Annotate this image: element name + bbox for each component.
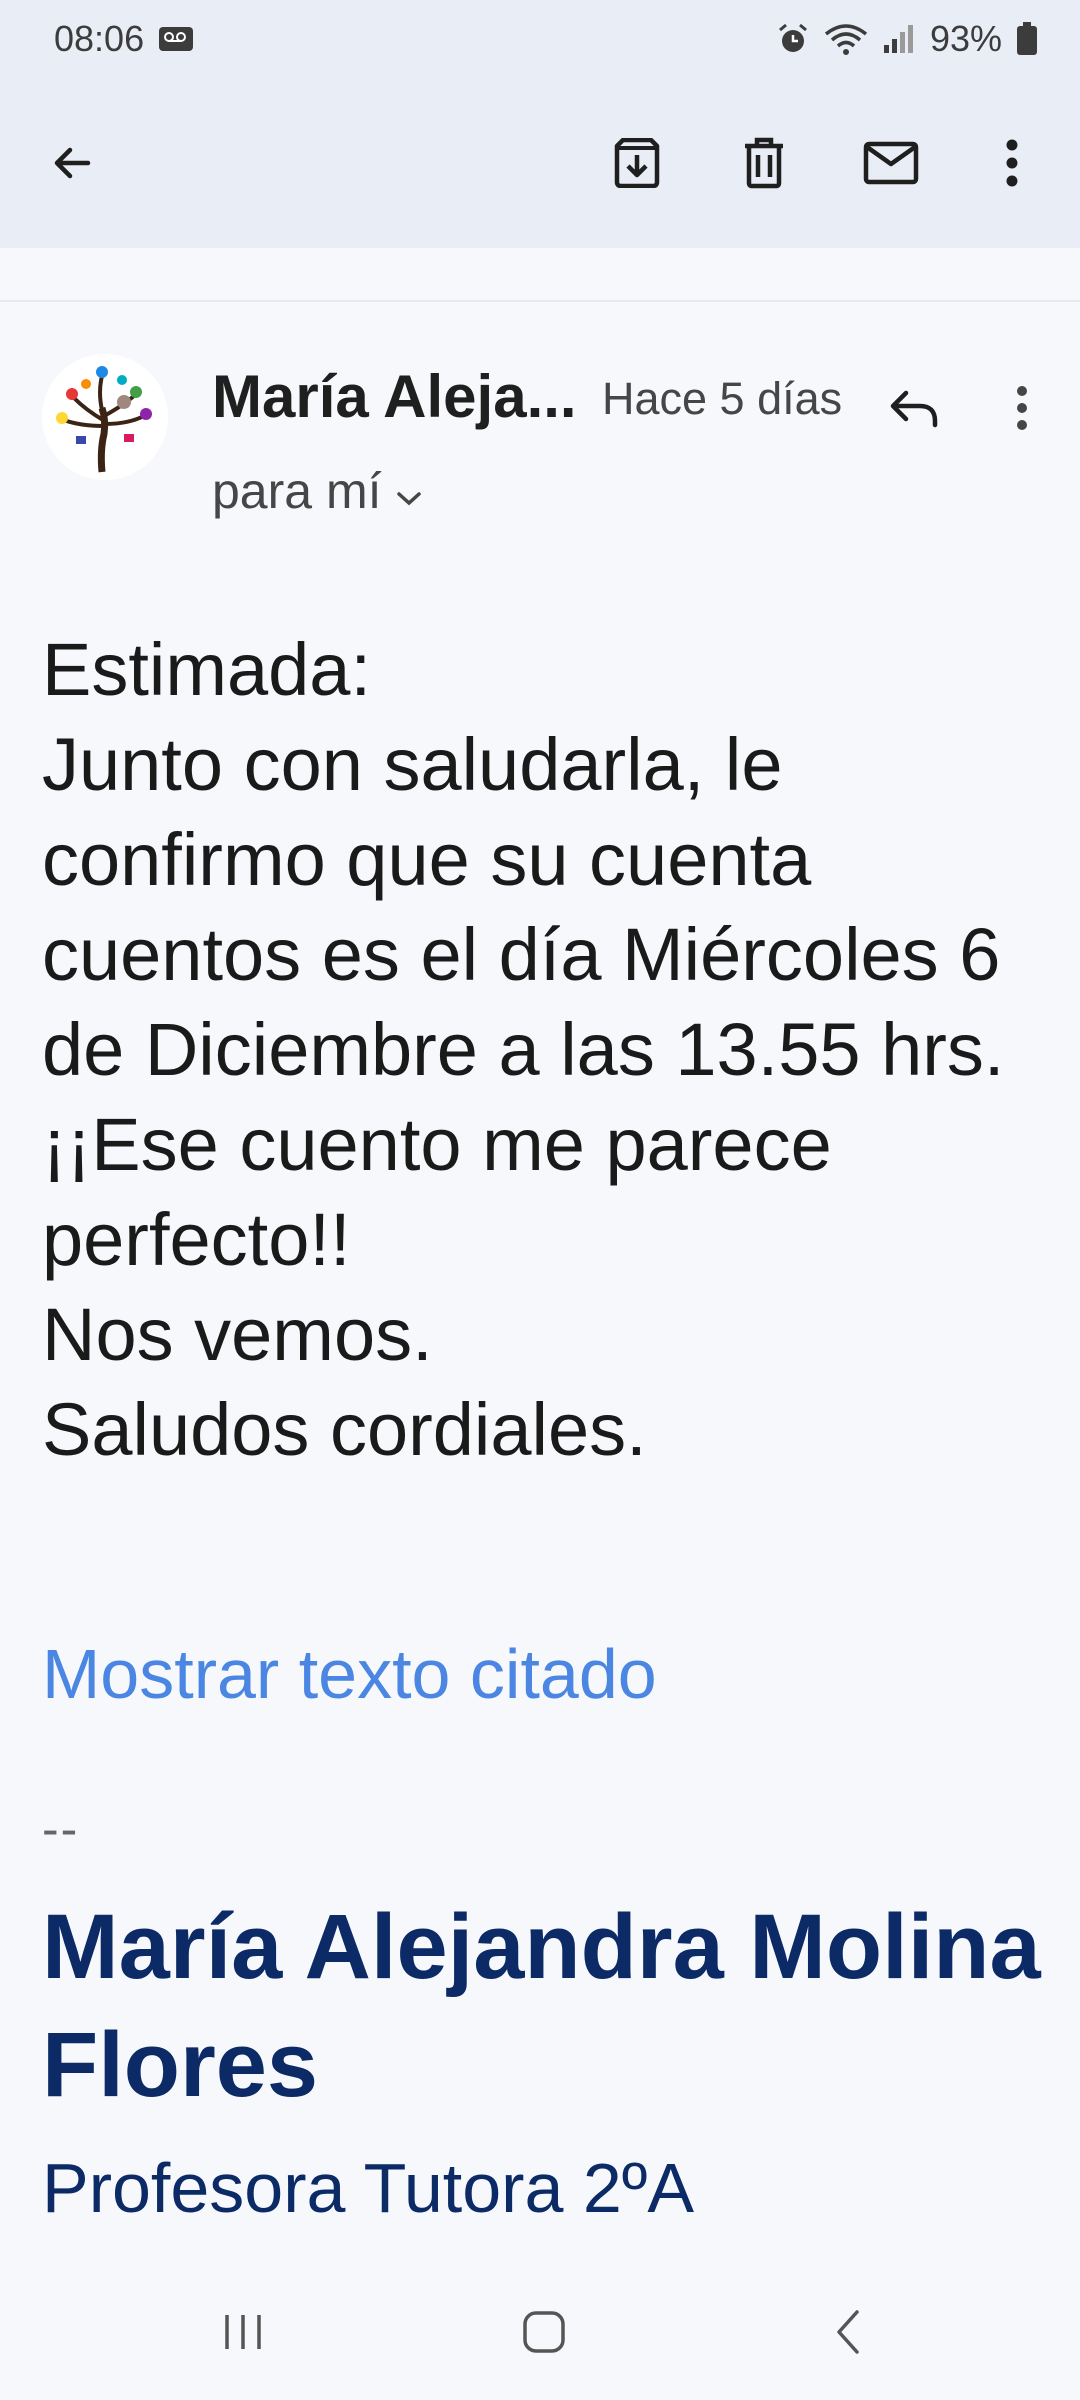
show-quoted-text-link[interactable]: Mostrar texto citado (42, 1634, 657, 1714)
battery-level: 93% (929, 18, 1002, 59)
delete-button[interactable] (716, 115, 812, 211)
sender-name[interactable]: María Aleja... (212, 362, 577, 431)
recent-apps-icon (221, 2312, 265, 2357)
more-vert-icon (1015, 385, 1029, 431)
email-body: Estimada: Junto con saludarla, le confir… (42, 622, 1042, 1477)
back-chevron-icon (833, 2308, 863, 2361)
signature-title: Profesora Tutora 2ºA (42, 2149, 695, 2227)
body-line: Saludos cordiales. (42, 1388, 647, 1471)
sender-avatar[interactable] (42, 354, 168, 480)
status-time: 08:06 (54, 18, 145, 59)
more-vert-icon (1004, 139, 1020, 187)
email-screen: 08:06 93% María Aleja... Hace 5 días par… (0, 0, 1080, 2400)
body-line: Junto con saludarla, le confirmo que su … (42, 723, 1005, 1091)
chevron-down-icon (396, 462, 422, 520)
header-divider (0, 248, 1080, 302)
recipient-toggle[interactable]: para mí (212, 462, 422, 520)
home-button[interactable] (464, 2268, 624, 2400)
message-more-button[interactable] (974, 360, 1070, 456)
more-options-button[interactable] (964, 115, 1060, 211)
mail-icon (863, 141, 919, 185)
battery-icon (1016, 22, 1038, 56)
signal-icon (882, 23, 916, 55)
signature-name: María Alejandra Molina Flores (42, 1896, 1041, 2116)
message-time: Hace 5 días (602, 373, 843, 424)
home-icon (521, 2309, 567, 2360)
body-line: Nos vemos. (42, 1293, 433, 1376)
alarm-icon (776, 22, 810, 56)
body-line: Estimada: (42, 628, 372, 711)
top-app-bar (0, 78, 1080, 248)
voicemail-icon (158, 24, 196, 54)
recent-apps-button[interactable] (163, 2268, 323, 2400)
archive-icon (611, 138, 663, 188)
body-line: ¡¡Ese cuento me parece perfecto!! (42, 1103, 832, 1281)
trash-icon (741, 137, 787, 189)
wifi-icon (824, 22, 868, 56)
signature-separator: -- (42, 1801, 80, 1857)
mark-unread-button[interactable] (843, 115, 939, 211)
system-back-button[interactable] (768, 2268, 928, 2400)
back-arrow-icon (48, 139, 96, 187)
reply-button[interactable] (866, 360, 962, 456)
archive-button[interactable] (589, 115, 685, 211)
reply-icon (888, 388, 940, 428)
status-bar: 08:06 93% (0, 0, 1080, 78)
recipient-label: para mí (212, 463, 382, 519)
system-nav-bar (0, 2268, 1080, 2400)
back-button[interactable] (24, 115, 120, 211)
